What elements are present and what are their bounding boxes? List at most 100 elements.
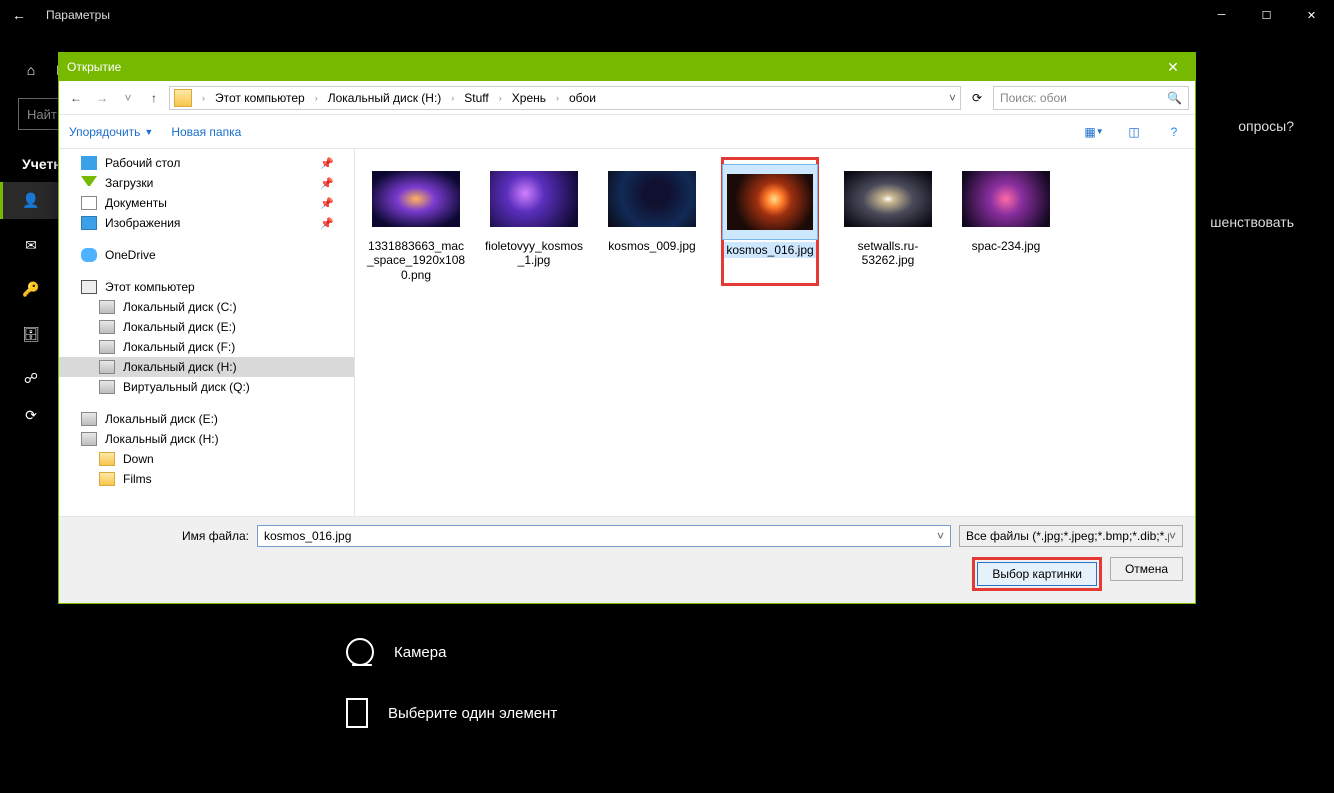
file-type-select[interactable]: Все файлы (*.jpg;*.jpeg;*.bmp;*.dib;*.p … (959, 525, 1183, 547)
top-questions-link[interactable]: опросы? (1238, 118, 1294, 134)
thumbnail (608, 171, 696, 227)
tree-item-drive[interactable]: Локальный диск (H:) (59, 429, 354, 449)
tree-item-drive[interactable]: Локальный диск (C:) (59, 297, 354, 317)
filename-value: kosmos_016.jpg (264, 529, 351, 543)
settings-titlebar: ← Параметры (0, 0, 1334, 30)
file-grid[interactable]: 1331883663_mac_space_1920x1080.png fiole… (355, 149, 1195, 516)
family-icon: ☍ (22, 370, 40, 387)
nav-forward-icon[interactable]: → (91, 87, 113, 109)
dialog-search-input[interactable]: Поиск: обои 🔍 (993, 86, 1189, 110)
cancel-button[interactable]: Отмена (1110, 557, 1183, 581)
filename-input[interactable]: kosmos_016.jpg ˅ (257, 525, 951, 547)
tree-item-quick[interactable]: Документы 📌 (59, 193, 354, 213)
tree-item-this-pc[interactable]: Этот компьютер (59, 277, 354, 297)
navigation-tree[interactable]: Рабочий стол 📌 Загрузки 📌 Документы 📌 Из… (59, 149, 355, 516)
element-icon (346, 698, 368, 728)
chevron-down-icon: ˅ (1169, 529, 1176, 543)
thumbnail-wrap (840, 161, 936, 237)
element-label: Выберите один элемент (388, 705, 557, 722)
file-type-label: Все файлы (*.jpg;*.jpeg;*.bmp;*.dib;*.p (966, 529, 1169, 543)
tree-label: Локальный диск (E:) (105, 412, 218, 426)
breadcrumb-seg[interactable]: обои (565, 89, 600, 107)
tree-item-folder[interactable]: Down (59, 449, 354, 469)
thumbnail-wrap (368, 161, 464, 237)
tree-label: Изображения (105, 216, 180, 230)
tree-item-drive[interactable]: Виртуальный диск (Q:) (59, 377, 354, 397)
tree-item-drive[interactable]: Локальный диск (E:) (59, 409, 354, 429)
chevron-down-icon[interactable]: ˅ (937, 529, 944, 543)
tree-item-quick[interactable]: Изображения 📌 (59, 213, 354, 233)
tree-label: Рабочий стол (105, 156, 180, 170)
file-tile[interactable]: kosmos_009.jpg (603, 157, 701, 286)
tree-label: Локальный диск (H:) (123, 360, 237, 374)
key-icon: 🔑 (22, 281, 40, 298)
open-button-label: Выбор картинки (992, 567, 1082, 581)
organize-label: Упорядочить (69, 125, 140, 139)
new-folder-button[interactable]: Новая папка (171, 125, 241, 139)
close-button[interactable]: ✕ (1289, 0, 1334, 30)
drive-icon (81, 412, 97, 426)
search-icon: 🔍 (1167, 91, 1182, 105)
help-icon[interactable]: ? (1163, 121, 1185, 143)
file-tile[interactable]: kosmos_016.jpg (721, 157, 819, 286)
tree-item-drive[interactable]: Локальный диск (H:) (59, 357, 354, 377)
maximize-button[interactable]: ☐ (1244, 0, 1289, 30)
file-label: kosmos_016.jpg (724, 242, 815, 258)
pin-icon: 📌 (320, 197, 334, 210)
file-tile[interactable]: fioletovyy_kosmos_1.jpg (485, 157, 583, 286)
tree-label: Локальный диск (F:) (123, 340, 235, 354)
organize-menu[interactable]: Упорядочить ▼ (69, 125, 153, 139)
chevron-right-icon: › (311, 93, 322, 103)
desktop-icon (81, 156, 97, 170)
file-label: kosmos_009.jpg (608, 239, 695, 253)
tree-item-onedrive[interactable]: OneDrive (59, 245, 354, 265)
tree-item-drive[interactable]: Локальный диск (F:) (59, 337, 354, 357)
drive-icon (99, 300, 115, 314)
breadcrumb[interactable]: › Этот компьютер › Локальный диск (H:) ›… (169, 86, 961, 110)
file-tile[interactable]: spac-234.jpg (957, 157, 1055, 286)
thumbnail (490, 171, 578, 227)
file-label: 1331883663_mac_space_1920x1080.png (366, 239, 466, 282)
thumbnail (372, 171, 460, 227)
nav-recent-icon[interactable]: ˅ (117, 87, 139, 109)
tree-item-quick[interactable]: Рабочий стол 📌 (59, 153, 354, 173)
nav-back-icon[interactable]: ← (65, 87, 87, 109)
refresh-icon[interactable]: ⟳ (965, 86, 989, 110)
breadcrumb-seg[interactable]: Хрень (508, 89, 550, 107)
search-placeholder: Поиск: обои (1000, 91, 1067, 105)
open-button[interactable]: Выбор картинки (977, 562, 1097, 586)
minimize-button[interactable]: ─ (1199, 0, 1244, 30)
breadcrumb-seg[interactable]: Этот компьютер (211, 89, 309, 107)
file-tile[interactable]: setwalls.ru-53262.jpg (839, 157, 937, 286)
breadcrumb-seg[interactable]: Stuff (460, 89, 492, 107)
preview-pane-button[interactable]: ◫ (1123, 121, 1145, 143)
file-tile[interactable]: 1331883663_mac_space_1920x1080.png (367, 157, 465, 286)
chevron-down-icon[interactable]: ˅ (949, 91, 956, 105)
breadcrumb-seg[interactable]: Локальный диск (H:) (324, 89, 446, 107)
dialog-close-button[interactable]: ✕ (1159, 59, 1187, 76)
folder-icon (99, 472, 115, 486)
doc-icon (81, 196, 97, 210)
search-placeholder: Найт (27, 107, 57, 122)
feedback-link[interactable]: шенствовать (1210, 214, 1294, 230)
tree-label: Виртуальный диск (Q:) (123, 380, 250, 394)
back-icon[interactable]: ← (10, 7, 28, 23)
cancel-button-label: Отмена (1125, 562, 1168, 576)
view-mode-button[interactable]: ▦ ▼ (1083, 121, 1105, 143)
tree-item-folder[interactable]: Films (59, 469, 354, 489)
tree-item-quick[interactable]: Загрузки 📌 (59, 173, 354, 193)
window-controls: ─ ☐ ✕ (1199, 0, 1334, 30)
cloud-icon (81, 248, 97, 262)
tree-item-drive[interactable]: Локальный диск (E:) (59, 317, 354, 337)
sync-icon: ⟳ (22, 407, 40, 424)
home-icon: ⌂ (22, 62, 40, 78)
folder-icon (174, 89, 192, 107)
drive-icon (81, 432, 97, 446)
download-icon (81, 176, 97, 190)
pin-icon: 📌 (320, 217, 334, 230)
work-icon: 🗄 (22, 326, 40, 343)
element-row[interactable]: Выберите один элемент (346, 698, 557, 728)
camera-row[interactable]: Камера (346, 638, 446, 666)
tree-label: Локальный диск (E:) (123, 320, 236, 334)
nav-up-icon[interactable]: ↑ (143, 87, 165, 109)
